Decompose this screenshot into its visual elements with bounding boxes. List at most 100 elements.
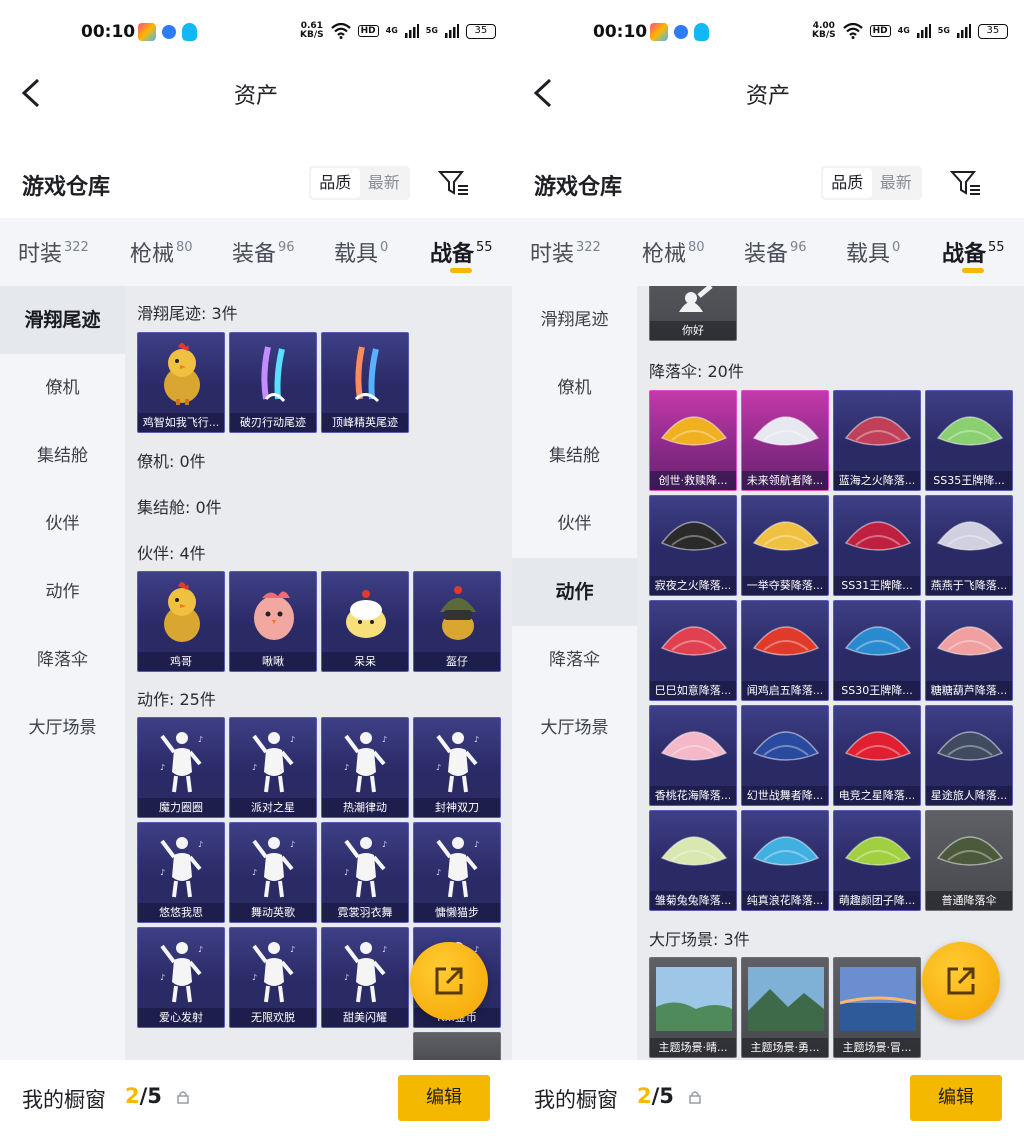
edit-button[interactable]: 编辑	[910, 1075, 1002, 1121]
item-label: 派对之星	[230, 798, 316, 817]
warehouse-header: 游戏仓库 品质 最新	[0, 160, 512, 210]
item-card[interactable]: ♪ ♪ 封神双刀	[413, 717, 501, 818]
sidebar-item-lobby-scene[interactable]: 大厅场景	[512, 694, 637, 762]
tab-vehicles[interactable]: 载具 0	[334, 236, 388, 268]
sidebar-item-partner[interactable]: 伙伴	[0, 490, 125, 558]
sidebar-item-glide-trail[interactable]: 滑翔尾迹	[0, 286, 125, 354]
tab-gear[interactable]: 装备 96	[744, 236, 807, 268]
item-card[interactable]: 顶峰精英尾迹	[321, 332, 409, 433]
item-card[interactable]: ♪ ♪ 舞动英歌	[229, 822, 317, 923]
item-card[interactable]: 闻鸡启五降落...	[741, 600, 829, 701]
sidebar-item-pod[interactable]: 集结舱	[512, 422, 637, 490]
item-card[interactable]: 巳巳如意降落...	[649, 600, 737, 701]
item-card[interactable]: 主题场景·晴...	[649, 957, 737, 1058]
item-card[interactable]: 破刃行动尾迹	[229, 332, 317, 433]
landscape-icon	[834, 958, 920, 1040]
svg-text:♪: ♪	[474, 735, 479, 744]
parachute-icon	[834, 811, 920, 893]
parachute-icon	[926, 496, 1012, 578]
item-card[interactable]: 普通降落伞	[925, 810, 1013, 911]
item-card[interactable]: 你好	[649, 286, 737, 341]
item-card[interactable]: 盔仔	[413, 571, 501, 672]
item-card[interactable]: SS30王牌降...	[833, 600, 921, 701]
section-title: 僚机: 0件	[137, 452, 206, 471]
showcase-count: 2/5	[637, 1084, 674, 1108]
share-button[interactable]	[922, 942, 1000, 1020]
item-card[interactable]: 雏菊兔兔降落...	[649, 810, 737, 911]
item-card[interactable]: 幻世战舞者降...	[741, 705, 829, 806]
item-card[interactable]: ♪ ♪ 爱心发射	[137, 927, 225, 1028]
item-card[interactable]: ♪ ♪ 热潮律动	[321, 717, 409, 818]
sidebar-item-wingman[interactable]: 僚机	[512, 354, 637, 422]
sort-newest-button[interactable]: 最新	[360, 168, 409, 198]
external-link-icon	[435, 967, 463, 995]
edit-button[interactable]: 编辑	[398, 1075, 490, 1121]
tab-guns[interactable]: 枪械 80	[130, 236, 193, 268]
left-screen: 00:10 0.61 KB/S HD 4G 5G 35 资产 游戏仓库 品质 最新…	[0, 0, 512, 1138]
parachute-icon	[650, 391, 736, 473]
item-card[interactable]: 未来领航者降...	[741, 390, 829, 491]
net-speed: 4.00 KB/S	[812, 21, 836, 40]
sidebar-item-parachute[interactable]: 降落伞	[0, 626, 125, 694]
item-card[interactable]: ♪ ♪ 魔力圈圈	[137, 717, 225, 818]
item-label: 幻世战舞者降...	[742, 786, 828, 805]
item-card[interactable]: ♪ ♪ 慵懒猫步	[413, 822, 501, 923]
sidebar-item-lobby-scene[interactable]: 大厅场景	[0, 694, 125, 762]
item-card[interactable]: 星途旅人降落...	[925, 705, 1013, 806]
item-card[interactable]: 香桃花海降落...	[649, 705, 737, 806]
item-card[interactable]	[413, 1032, 501, 1060]
item-card[interactable]: ♪ ♪ 甜美闪耀	[321, 927, 409, 1028]
tab-fashion[interactable]: 时装 322	[530, 236, 601, 268]
sidebar-item-partner[interactable]: 伙伴	[512, 490, 637, 558]
warehouse-title: 游戏仓库	[22, 175, 111, 200]
sort-quality-button[interactable]: 品质	[823, 168, 872, 198]
sidebar-item-action[interactable]: 动作	[0, 558, 125, 626]
item-card[interactable]: ♪ ♪ 悠悠我思	[137, 822, 225, 923]
item-card[interactable]: 电竞之星降落...	[833, 705, 921, 806]
sidebar-item-action[interactable]: 动作	[512, 558, 637, 626]
item-card[interactable]: 寂夜之火降落...	[649, 495, 737, 596]
sidebar-item-parachute[interactable]: 降落伞	[512, 626, 637, 694]
tab-fashion[interactable]: 时装 322	[18, 236, 89, 268]
chicken-icon	[138, 333, 224, 415]
item-card[interactable]: 纯真浪花降落...	[741, 810, 829, 911]
tab-battle-prep[interactable]: 战备 55	[430, 236, 493, 268]
item-card[interactable]: 鸡智如我飞行...	[137, 332, 225, 433]
item-card[interactable]: 创世·救赎降...	[649, 390, 737, 491]
item-label: 萌趣颜团子降...	[834, 891, 920, 910]
item-card[interactable]: 呆呆	[321, 571, 409, 672]
svg-text:♪: ♪	[198, 735, 203, 744]
item-card[interactable]: 蓝海之火降落...	[833, 390, 921, 491]
tab-battle-prep[interactable]: 战备 55	[942, 236, 1005, 268]
item-card[interactable]: 一举夺葵降落...	[741, 495, 829, 596]
sort-quality-button[interactable]: 品质	[311, 168, 360, 198]
tab-guns[interactable]: 枪械 80	[642, 236, 705, 268]
share-button[interactable]	[410, 942, 488, 1020]
item-label: 未来领航者降...	[742, 471, 828, 490]
item-card[interactable]: 糖糖葫芦降落...	[925, 600, 1013, 701]
svg-text:♪: ♪	[436, 868, 441, 877]
item-card[interactable]: 萌趣颜团子降...	[833, 810, 921, 911]
item-card[interactable]: 主题场景·冒...	[833, 957, 921, 1058]
tab-gear[interactable]: 装备 96	[232, 236, 295, 268]
filter-icon[interactable]	[949, 168, 981, 198]
filter-icon[interactable]	[437, 168, 469, 198]
sidebar-item-wingman[interactable]: 僚机	[0, 354, 125, 422]
item-card[interactable]: SS31王牌降...	[833, 495, 921, 596]
tab-vehicles[interactable]: 载具 0	[846, 236, 900, 268]
sort-newest-button[interactable]: 最新	[872, 168, 921, 198]
sidebar-item-glide-trail[interactable]: 滑翔尾迹	[512, 286, 637, 354]
status-time: 00:10	[593, 22, 648, 42]
sidebar-item-pod[interactable]: 集结舱	[0, 422, 125, 490]
item-card[interactable]: 啾啾	[229, 571, 317, 672]
item-card[interactable]: 主题场景·勇...	[741, 957, 829, 1058]
dance-pose-icon: ♪♪	[322, 823, 408, 905]
item-card[interactable]: SS35王牌降...	[925, 390, 1013, 491]
item-card[interactable]: ♪ ♪ 无限欢脱	[229, 927, 317, 1028]
item-card[interactable]: ♪ ♪ 霓裳羽衣舞	[321, 822, 409, 923]
svg-text:♪: ♪	[474, 840, 479, 849]
item-card[interactable]: ♪ ♪ 派对之星	[229, 717, 317, 818]
item-card[interactable]: 鸡哥	[137, 571, 225, 672]
signal-5g: 5G	[425, 26, 438, 35]
item-card[interactable]: 燕燕于飞降落...	[925, 495, 1013, 596]
